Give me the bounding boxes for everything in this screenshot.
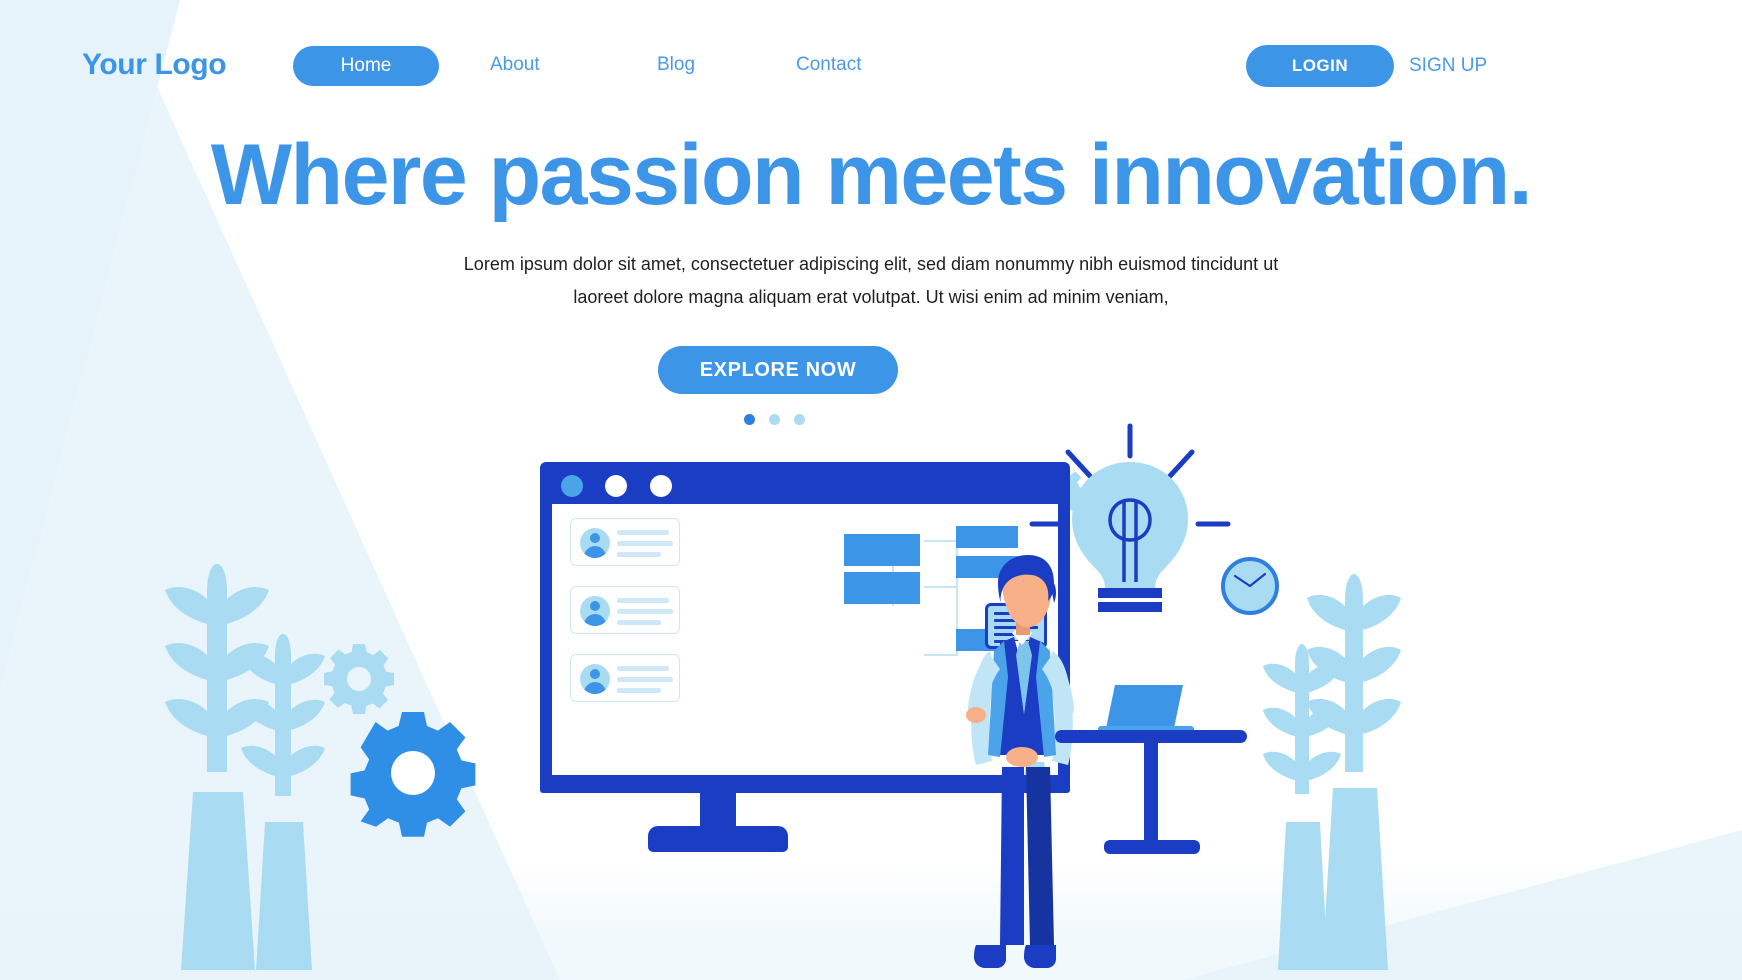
nav-item-home[interactable]: Home: [293, 46, 439, 86]
nav-item-blog[interactable]: Blog: [657, 54, 695, 76]
hero-paragraph-line-1: Lorem ipsum dolor sit amet, consectetuer…: [463, 254, 1279, 274]
avatar: [580, 596, 610, 626]
gear-large-icon: [348, 708, 478, 838]
explore-now-button[interactable]: EXPLORE NOW: [658, 346, 898, 394]
list-item[interactable]: [570, 654, 680, 702]
placeholder-line: [617, 677, 673, 682]
clock-icon: [1221, 557, 1279, 615]
placeholder-line: [617, 541, 673, 546]
fern-plant-icon: [1258, 640, 1348, 970]
desk-foot: [1104, 840, 1200, 854]
window-titlebar: [540, 462, 1070, 502]
desk-leg: [1144, 742, 1158, 847]
list-item[interactable]: [570, 586, 680, 634]
placeholder-line: [617, 666, 669, 671]
man-businessman-icon: [960, 555, 1090, 975]
window-dot-blue-icon[interactable]: [561, 475, 583, 497]
login-button[interactable]: LOGIN: [1246, 45, 1394, 87]
landing-page-canvas: Your Logo Home About Blog Contact LOGIN …: [0, 0, 1742, 980]
placeholder-line: [617, 598, 669, 603]
placeholder-line: [617, 609, 673, 614]
avatar: [580, 664, 610, 694]
hero-paragraph: Lorem ipsum dolor sit amet, consectetuer…: [371, 248, 1371, 315]
placeholder-line: [617, 552, 661, 557]
avatar: [580, 528, 610, 558]
placeholder-line: [617, 620, 661, 625]
placeholder-line: [617, 530, 669, 535]
navbar: Your Logo Home About Blog Contact LOGIN …: [0, 0, 1742, 130]
signup-link[interactable]: SIGN UP: [1409, 55, 1487, 77]
site-logo[interactable]: Your Logo: [82, 48, 227, 82]
placeholder-line: [617, 688, 661, 693]
window-dot-white-1-icon[interactable]: [605, 475, 627, 497]
nav-item-about[interactable]: About: [490, 54, 540, 76]
hero-paragraph-line-2: laoreet dolore magna aliquam erat volutp…: [573, 287, 1169, 308]
hero-illustration: [0, 420, 1742, 980]
monitor-foot: [648, 826, 788, 852]
page-title: Where passion meets innovation.: [210, 127, 1533, 223]
list-item[interactable]: [570, 518, 680, 566]
nav-item-contact[interactable]: Contact: [796, 54, 861, 76]
window-dot-white-2-icon[interactable]: [650, 475, 672, 497]
